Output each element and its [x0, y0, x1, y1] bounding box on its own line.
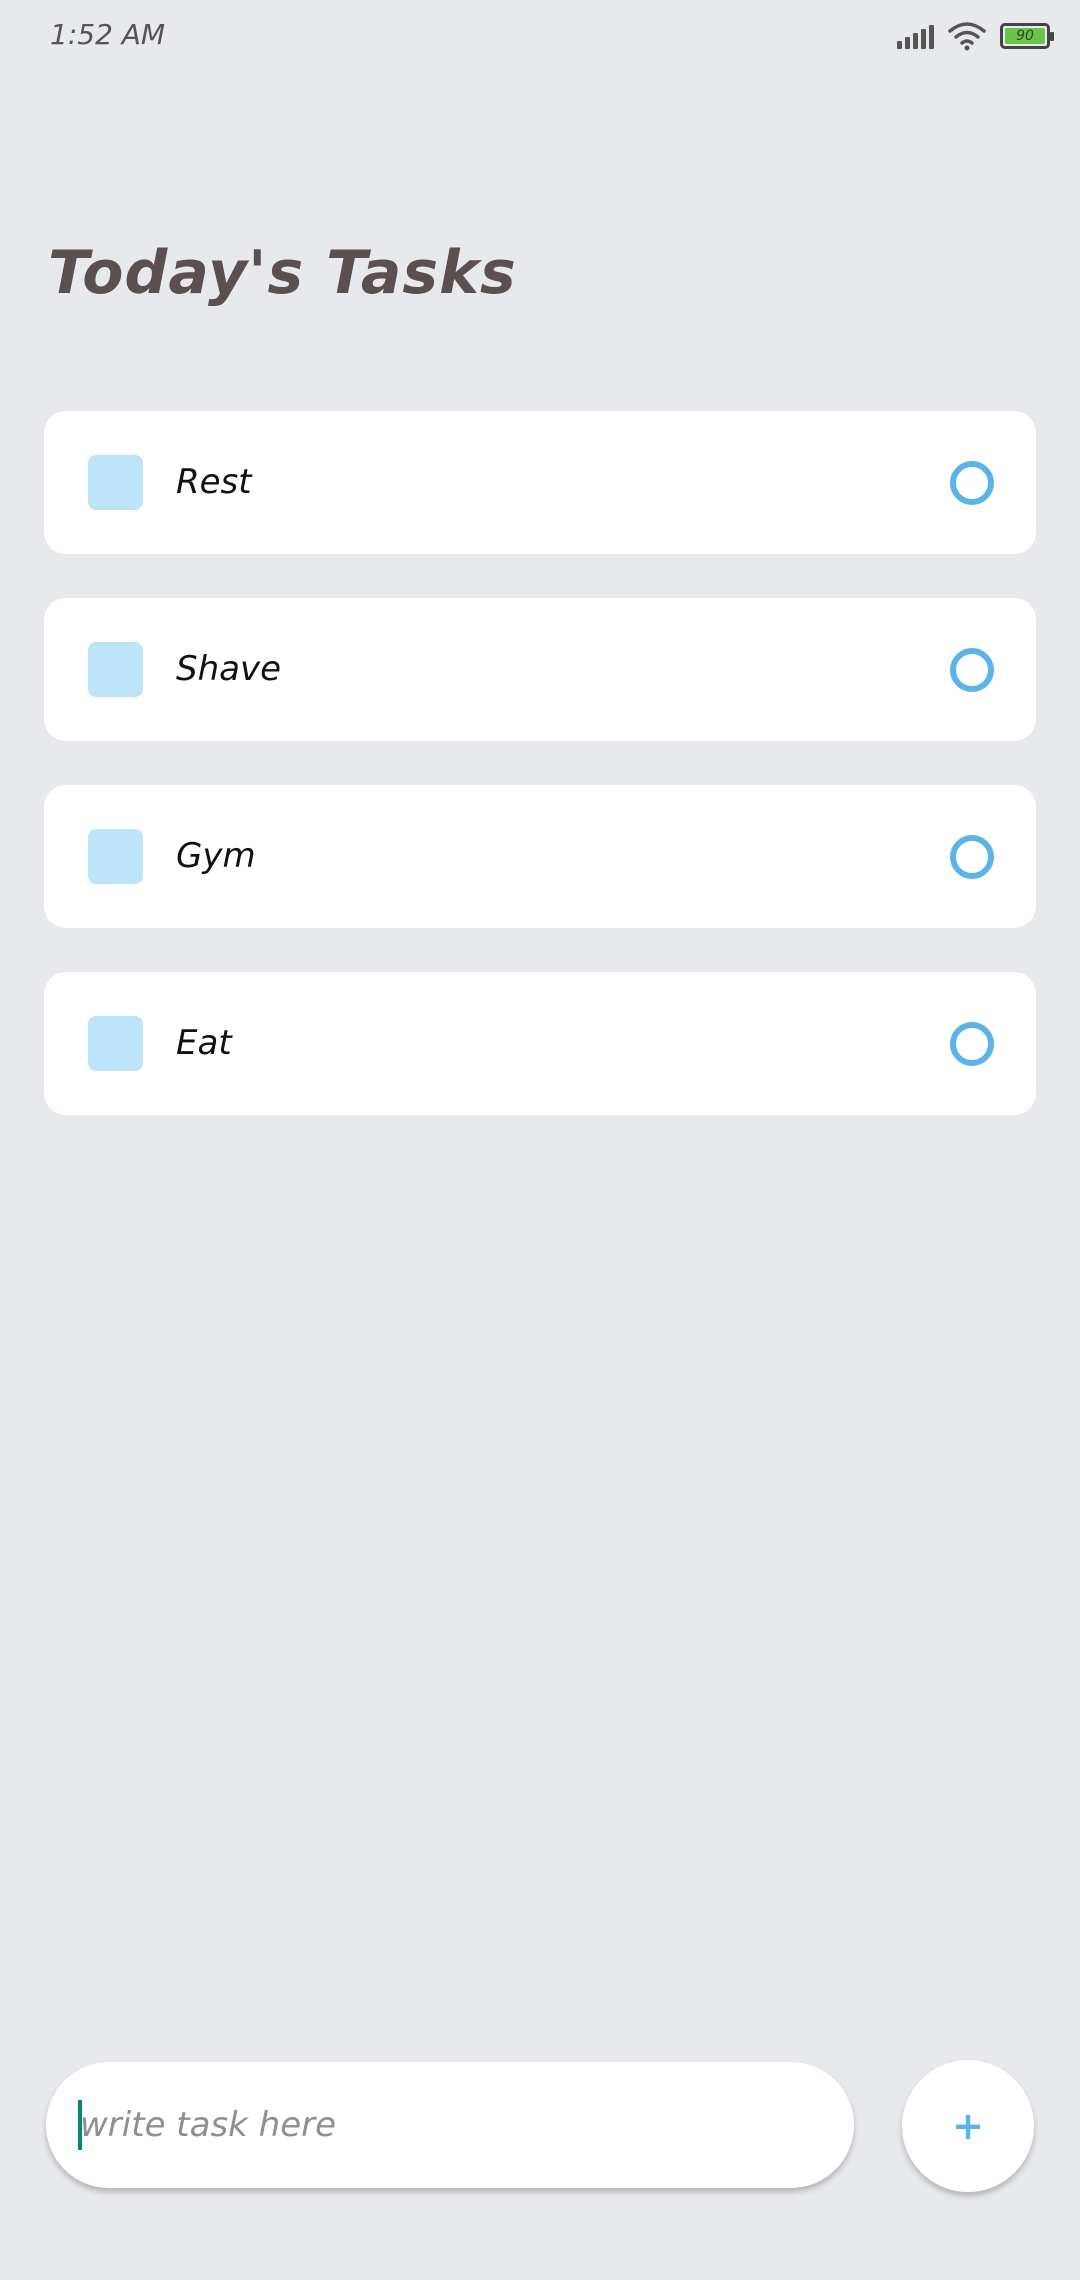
- status-time: 1:52 AM: [50, 18, 166, 51]
- page-title: Today's Tasks: [48, 238, 517, 308]
- task-color-square: [88, 642, 143, 697]
- task-item[interactable]: Shave: [44, 598, 1036, 741]
- status-bar: 1:52 AM 90: [0, 0, 1080, 72]
- task-color-square: [88, 829, 143, 884]
- battery-level: 90: [1005, 28, 1045, 44]
- task-item[interactable]: Rest: [44, 411, 1036, 554]
- app-screen: 1:52 AM 90 Today's Tasks Rest Shave Gym …: [0, 0, 1080, 2280]
- task-label: Rest: [176, 462, 252, 502]
- wifi-icon: [948, 22, 986, 51]
- status-icons: 90: [897, 20, 1054, 52]
- task-input-container: [46, 2062, 854, 2188]
- text-cursor: [78, 2100, 82, 2150]
- task-color-square: [88, 455, 143, 510]
- task-color-square: [88, 1016, 143, 1071]
- task-item[interactable]: Eat: [44, 972, 1036, 1115]
- battery-icon: 90: [1000, 23, 1054, 49]
- task-input[interactable]: [80, 2062, 820, 2188]
- task-item[interactable]: Gym: [44, 785, 1036, 928]
- plus-icon: +: [952, 2104, 984, 2148]
- add-task-button[interactable]: +: [902, 2060, 1034, 2192]
- task-complete-toggle[interactable]: [950, 1022, 994, 1066]
- task-label: Shave: [176, 649, 282, 689]
- task-label: Eat: [176, 1023, 232, 1063]
- signal-icon: [897, 23, 934, 49]
- task-complete-toggle[interactable]: [950, 648, 994, 692]
- task-label: Gym: [176, 836, 256, 876]
- task-complete-toggle[interactable]: [950, 835, 994, 879]
- task-complete-toggle[interactable]: [950, 461, 994, 505]
- task-list: Rest Shave Gym Eat: [44, 411, 1036, 1159]
